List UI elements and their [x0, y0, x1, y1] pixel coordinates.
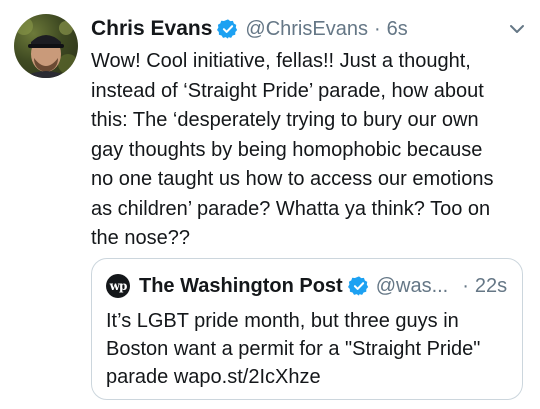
- quoted-tweet-header: wp The Washington Post @was... · 22s: [106, 273, 510, 299]
- quoted-author-handle: @was...: [375, 274, 449, 297]
- avatar[interactable]: [14, 14, 78, 78]
- quoted-tweet-timestamp: 22s: [474, 274, 508, 297]
- separator-dot: ·: [373, 17, 381, 40]
- verified-badge-icon: [217, 18, 239, 40]
- tweet[interactable]: Chris Evans @ChrisEvans · 6s Wow! Cool i…: [0, 0, 540, 409]
- quoted-tweet-text: It’s LGBT pride month, but three guys in…: [106, 310, 481, 388]
- verified-badge-icon: [347, 275, 370, 297]
- tweet-timestamp[interactable]: 6s: [387, 18, 408, 41]
- quoted-tweet[interactable]: wp The Washington Post @was... · 22s It’…: [91, 258, 523, 400]
- separator-dot: ·: [462, 274, 469, 297]
- author-name[interactable]: Chris Evans: [91, 17, 212, 41]
- tweet-text: Wow! Cool initiative, fellas!! Just a th…: [91, 50, 494, 249]
- washington-post-logo-icon: wp: [106, 274, 130, 298]
- chevron-down-icon[interactable]: [508, 20, 526, 38]
- quoted-author-name: The Washington Post: [139, 274, 343, 297]
- author-handle[interactable]: @ChrisEvans: [245, 18, 368, 41]
- tweet-header: Chris Evans @ChrisEvans · 6s: [91, 14, 526, 44]
